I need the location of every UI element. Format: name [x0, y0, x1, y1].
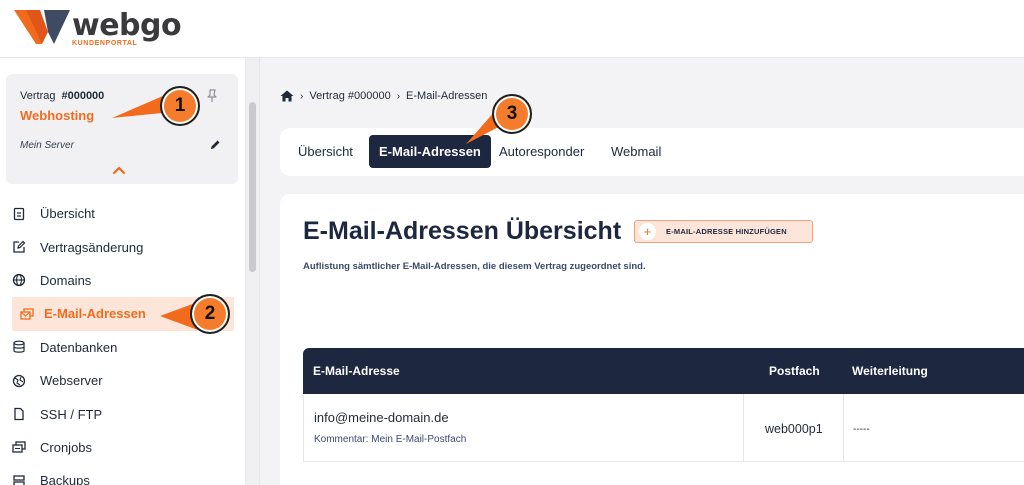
- email-table: E-Mail-Adresse Postfach Weiterleitung in…: [303, 348, 1024, 462]
- contract-number: #000000: [61, 90, 105, 102]
- scrollbar-thumb[interactable]: [249, 102, 256, 272]
- sidebar-item-label: Übersicht: [40, 206, 95, 222]
- database-icon: [13, 340, 25, 353]
- contract-name: Webhosting: [20, 108, 95, 123]
- file-icon: [14, 407, 24, 421]
- sidebar-item-label: Domains: [40, 272, 92, 288]
- edit-square-icon: [13, 240, 26, 253]
- pencil-icon[interactable]: [208, 138, 222, 152]
- webgo-logo[interactable]: webgo KUNDENPORTAL: [14, 8, 182, 48]
- pin-icon[interactable]: [204, 88, 220, 104]
- callout-badge-3: 3: [492, 94, 532, 134]
- sidebar-item-cronjobs[interactable]: Cronjobs: [0, 431, 246, 464]
- page-subtitle: Auflistung sämtlicher E-Mail-Adressen, d…: [303, 261, 646, 272]
- server-name: Mein Server: [20, 140, 74, 151]
- globe-icon: [12, 274, 26, 287]
- sidebar-scrollbar[interactable]: [246, 58, 260, 485]
- breadcrumb: › Vertrag #000000 › E-Mail-Adressen: [280, 90, 487, 102]
- home-icon[interactable]: [280, 90, 294, 102]
- page-title: E-Mail-Adressen Übersicht: [303, 217, 622, 245]
- tab-uebersicht[interactable]: Übersicht: [298, 135, 353, 168]
- tabs-bar: Übersicht E-Mail-Adressen Autoresponder …: [280, 128, 1024, 176]
- logo-wordmark: webgo: [72, 8, 182, 43]
- add-email-button-label: E-MAIL-ADRESSE HINZUFÜGEN: [666, 227, 787, 236]
- sidebar-item-domains[interactable]: Domains: [0, 264, 246, 297]
- mail-icon: [20, 308, 34, 320]
- plus-icon: +: [639, 223, 656, 240]
- sidebar-item-label: SSH / FTP: [40, 406, 103, 422]
- sidebar-nav: Übersicht Vertragsänderung Domains E-Mai…: [0, 197, 246, 485]
- breadcrumb-contract[interactable]: Vertrag #000000: [309, 90, 390, 102]
- breadcrumb-current: E-Mail-Adressen: [406, 90, 488, 102]
- column-header-postfach[interactable]: Postfach: [769, 364, 820, 378]
- callout-badge-2: 2: [190, 294, 230, 334]
- globe-network-icon: [12, 374, 26, 387]
- sidebar-item-label: Backups: [40, 473, 90, 485]
- add-email-button[interactable]: + E-MAIL-ADRESSE HINZUFÜGEN: [634, 220, 813, 243]
- breadcrumb-separator: ›: [396, 90, 401, 102]
- cell-divider: [743, 394, 744, 462]
- sidebar-item-label: Vertragsänderung: [40, 239, 144, 255]
- sidebar-item-label: Cronjobs: [40, 439, 93, 455]
- sidebar-item-label: Datenbanken: [40, 339, 118, 355]
- tab-webmail[interactable]: Webmail: [611, 135, 661, 168]
- cell-divider: [843, 394, 844, 462]
- column-header-weiterleitung[interactable]: Weiterleitung: [852, 364, 928, 378]
- postfach-value: web000p1: [765, 422, 823, 436]
- table-header: E-Mail-Adresse Postfach Weiterleitung: [303, 348, 1024, 394]
- table-row[interactable]: info@meine-domain.de Kommentar: Mein E-M…: [303, 394, 1024, 462]
- sidebar-item-ssh-ftp[interactable]: SSH / FTP: [0, 397, 246, 430]
- backup-icon: [13, 475, 25, 485]
- cron-icon: [12, 441, 26, 454]
- email-address[interactable]: info@meine-domain.de: [314, 410, 449, 425]
- sidebar-item-uebersicht[interactable]: Übersicht: [0, 197, 246, 230]
- sidebar-item-backups[interactable]: Backups: [0, 464, 246, 485]
- weiterleitung-value: -----: [853, 424, 870, 435]
- sidebar-item-datenbanken[interactable]: Datenbanken: [0, 331, 246, 364]
- content-card: E-Mail-Adressen Übersicht + E-MAIL-ADRES…: [280, 194, 1024, 485]
- sidebar-item-label: Webserver: [40, 373, 103, 389]
- top-header: webgo KUNDENPORTAL: [0, 0, 1024, 58]
- sidebar-item-vertragsaenderung[interactable]: Vertragsänderung: [0, 230, 246, 263]
- chevron-up-icon[interactable]: [112, 165, 126, 175]
- callout-badge-1: 1: [160, 86, 200, 126]
- email-comment: Kommentar: Mein E-Mail-Postfach: [314, 434, 467, 445]
- breadcrumb-separator: ›: [300, 90, 304, 102]
- column-header-email[interactable]: E-Mail-Adresse: [313, 364, 400, 378]
- logo-subtitle: KUNDENPORTAL: [72, 40, 138, 47]
- logo-mark-icon: [14, 10, 70, 44]
- sidebar-item-label: E-Mail-Adressen: [44, 306, 146, 322]
- contract-label-text: Vertrag: [20, 90, 56, 102]
- document-icon: [13, 207, 25, 220]
- contract-label: Vertrag #000000: [20, 90, 104, 102]
- sidebar-item-webserver[interactable]: Webserver: [0, 364, 246, 397]
